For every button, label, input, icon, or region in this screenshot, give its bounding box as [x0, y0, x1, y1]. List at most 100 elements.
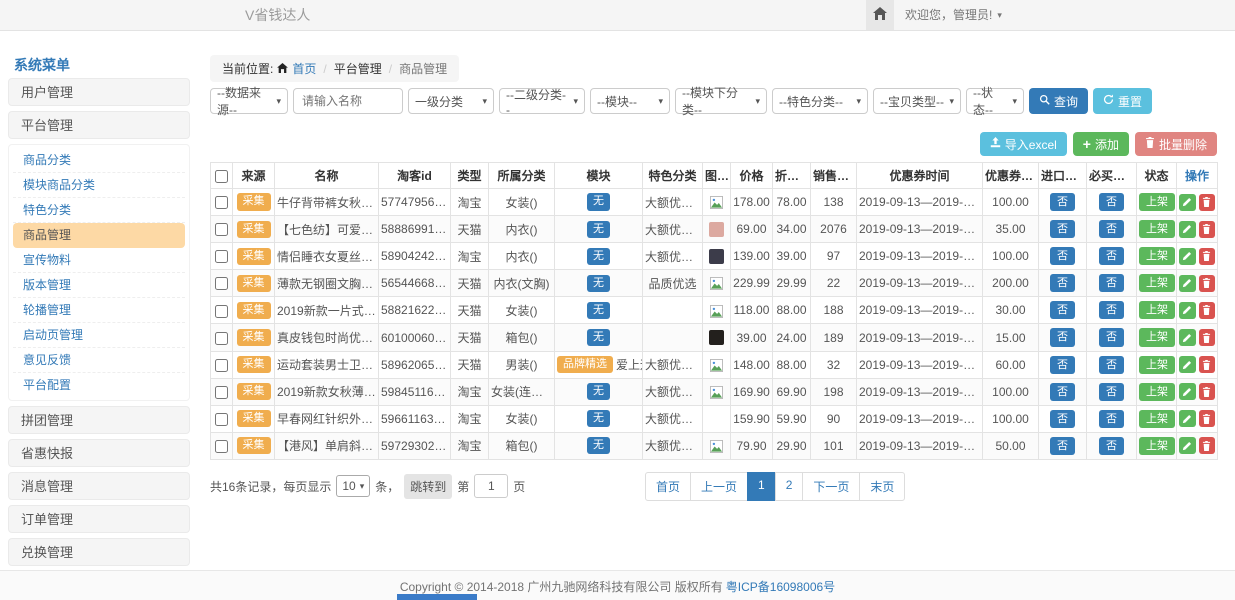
sidebar-item[interactable]: 意见反馈 [13, 348, 185, 373]
status-button[interactable]: 上架 [1139, 193, 1175, 211]
row-checkbox[interactable] [215, 386, 228, 399]
delete-button[interactable] [1199, 194, 1216, 211]
edit-button[interactable] [1179, 329, 1196, 346]
must-buy-toggle[interactable]: 否 [1099, 356, 1124, 374]
edit-button[interactable] [1179, 356, 1196, 373]
filter-select[interactable]: --状态--▾ [966, 88, 1024, 114]
import-select-toggle[interactable]: 否 [1050, 356, 1075, 374]
status-button[interactable]: 上架 [1139, 247, 1175, 265]
sidebar-item[interactable]: 商品管理 [13, 223, 185, 248]
pager-item[interactable]: 下一页 [802, 472, 860, 501]
sidebar-section[interactable]: 省惠快报 [8, 439, 190, 467]
sidebar-item[interactable]: 特色分类 [13, 198, 185, 223]
status-button[interactable]: 上架 [1139, 220, 1175, 238]
row-checkbox[interactable] [215, 332, 228, 345]
status-button[interactable]: 上架 [1139, 328, 1175, 346]
delete-button[interactable] [1199, 410, 1216, 427]
must-buy-toggle[interactable]: 否 [1099, 383, 1124, 401]
pager-item[interactable]: 上一页 [690, 472, 748, 501]
sidebar-section[interactable]: 订单管理 [8, 505, 190, 533]
filter-select[interactable]: --模块--▾ [590, 88, 670, 114]
status-button[interactable]: 上架 [1139, 301, 1175, 319]
import-select-toggle[interactable]: 否 [1050, 328, 1075, 346]
per-page-select[interactable]: 10 ▾ [336, 475, 370, 497]
import-select-toggle[interactable]: 否 [1050, 383, 1075, 401]
batch-delete-button[interactable]: 批量删除 [1135, 132, 1217, 156]
home-nav-button[interactable] [866, 0, 894, 30]
delete-button[interactable] [1199, 329, 1216, 346]
status-button[interactable]: 上架 [1139, 356, 1175, 374]
filter-select[interactable]: --特色分类--▾ [772, 88, 868, 114]
row-checkbox[interactable] [215, 305, 228, 318]
sidebar-section[interactable]: 用户管理 [8, 78, 190, 106]
import-select-toggle[interactable]: 否 [1050, 274, 1075, 292]
name-search-input[interactable] [293, 88, 403, 114]
sidebar-item[interactable]: 宣传物料 [13, 248, 185, 273]
row-checkbox[interactable] [215, 359, 228, 372]
import-select-toggle[interactable]: 否 [1050, 437, 1075, 455]
row-checkbox[interactable] [215, 196, 228, 209]
user-menu[interactable]: 欢迎您，管理员! ▾ [905, 0, 1002, 30]
add-button[interactable]: + 添加 [1073, 132, 1129, 156]
reset-button[interactable]: 重置 [1093, 88, 1152, 114]
must-buy-toggle[interactable]: 否 [1099, 437, 1124, 455]
status-button[interactable]: 上架 [1139, 410, 1175, 428]
sidebar-item[interactable]: 轮播管理 [13, 298, 185, 323]
status-button[interactable]: 上架 [1139, 274, 1175, 292]
edit-button[interactable] [1179, 437, 1196, 454]
edit-button[interactable] [1179, 194, 1196, 211]
must-buy-toggle[interactable]: 否 [1099, 301, 1124, 319]
import-excel-button[interactable]: 导入excel [980, 132, 1067, 156]
status-button[interactable]: 上架 [1139, 383, 1175, 401]
breadcrumb-home-link[interactable]: 首页 [292, 60, 316, 77]
sidebar-item[interactable]: 平台配置 [13, 373, 185, 397]
sidebar-item[interactable]: 启动页管理 [13, 323, 185, 348]
jump-button[interactable]: 跳转到 [404, 474, 452, 499]
row-checkbox[interactable] [215, 223, 228, 236]
sidebar-section[interactable]: 平台管理 [8, 111, 190, 139]
must-buy-toggle[interactable]: 否 [1099, 193, 1124, 211]
edit-button[interactable] [1179, 383, 1196, 400]
pager-item[interactable]: 末页 [859, 472, 905, 501]
edit-button[interactable] [1179, 221, 1196, 238]
must-buy-toggle[interactable]: 否 [1099, 410, 1124, 428]
sidebar-item[interactable]: 商品分类 [13, 148, 185, 173]
import-select-toggle[interactable]: 否 [1050, 220, 1075, 238]
pager-item[interactable]: 首页 [645, 472, 691, 501]
delete-button[interactable] [1199, 302, 1216, 319]
filter-select[interactable]: --数据来源--▾ [210, 88, 288, 114]
import-select-toggle[interactable]: 否 [1050, 247, 1075, 265]
must-buy-toggle[interactable]: 否 [1099, 328, 1124, 346]
delete-button[interactable] [1199, 248, 1216, 265]
delete-button[interactable] [1199, 221, 1216, 238]
edit-button[interactable] [1179, 248, 1196, 265]
must-buy-toggle[interactable]: 否 [1099, 274, 1124, 292]
row-checkbox[interactable] [215, 250, 228, 263]
sidebar-item[interactable]: 模块商品分类 [13, 173, 185, 198]
pager-item[interactable]: 2 [775, 472, 804, 501]
row-checkbox[interactable] [215, 277, 228, 290]
filter-select[interactable]: 一级分类▾ [408, 88, 494, 114]
edit-button[interactable] [1179, 275, 1196, 292]
filter-select[interactable]: --二级分类--▾ [499, 88, 585, 114]
sidebar-section[interactable]: 兑换管理 [8, 538, 190, 566]
delete-button[interactable] [1199, 275, 1216, 292]
query-button[interactable]: 查询 [1029, 88, 1088, 114]
delete-button[interactable] [1199, 437, 1216, 454]
sidebar-item[interactable]: 版本管理 [13, 273, 185, 298]
filter-select[interactable]: --宝贝类型--▾ [873, 88, 961, 114]
import-select-toggle[interactable]: 否 [1050, 193, 1075, 211]
edit-button[interactable] [1179, 302, 1196, 319]
row-checkbox[interactable] [215, 440, 228, 453]
edit-button[interactable] [1179, 410, 1196, 427]
beian-link[interactable]: 粤ICP备16098006号 [726, 578, 835, 595]
delete-button[interactable] [1199, 383, 1216, 400]
import-select-toggle[interactable]: 否 [1050, 301, 1075, 319]
row-checkbox[interactable] [215, 413, 228, 426]
filter-select[interactable]: --模块下分类--▾ [675, 88, 767, 114]
import-select-toggle[interactable]: 否 [1050, 410, 1075, 428]
page-number-input[interactable] [474, 474, 508, 498]
must-buy-toggle[interactable]: 否 [1099, 247, 1124, 265]
delete-button[interactable] [1199, 356, 1216, 373]
must-buy-toggle[interactable]: 否 [1099, 220, 1124, 238]
